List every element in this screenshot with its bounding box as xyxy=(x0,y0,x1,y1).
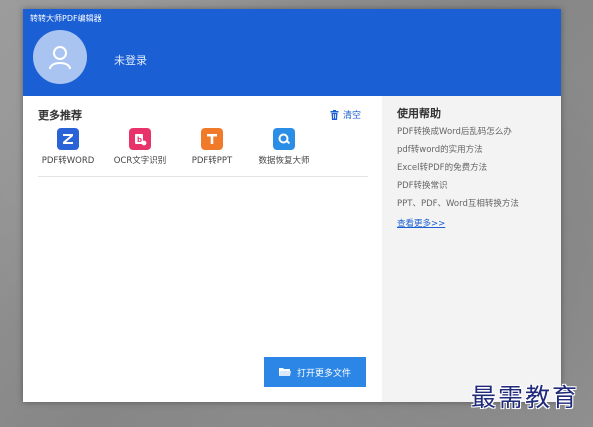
header-bar: 转转大师PDF编辑器 未登录 xyxy=(23,9,561,96)
help-link[interactable]: PPT、PDF、Word互相转换方法 xyxy=(397,198,519,216)
trash-icon xyxy=(330,109,339,120)
watermark: 最需教育 xyxy=(471,383,580,412)
help-list: PDF转换成Word后乱码怎么办 pdf转word的实用方法 Excel转PDF… xyxy=(397,126,519,216)
tool-data-recovery[interactable]: 数据恢复大师 xyxy=(249,128,319,166)
svg-text:b: b xyxy=(137,136,142,144)
user-icon xyxy=(49,46,71,70)
ocr-icon: b xyxy=(129,128,151,150)
tool-label: PDF转WORD xyxy=(41,156,95,166)
pdf-to-ppt-icon xyxy=(201,128,223,150)
folder-icon xyxy=(278,368,291,376)
login-status[interactable]: 未登录 xyxy=(114,52,147,68)
app-window: 转转大师PDF编辑器 未登录 更多推荐 清空 PDF转WORD b OCR文字识… xyxy=(23,9,561,402)
tool-pdf-to-ppt[interactable]: PDF转PPT xyxy=(177,128,247,166)
divider xyxy=(38,176,368,177)
avatar[interactable] xyxy=(33,30,87,84)
help-title: 使用帮助 xyxy=(397,107,441,120)
data-recovery-icon xyxy=(273,128,295,150)
help-panel: 使用帮助 PDF转换成Word后乱码怎么办 pdf转word的实用方法 Exce… xyxy=(382,96,561,402)
pdf-to-word-icon xyxy=(57,128,79,150)
open-more-files-label: 打开更多文件 xyxy=(296,368,351,379)
tool-label: OCR文字识别 xyxy=(113,156,167,166)
recommend-panel: 更多推荐 清空 PDF转WORD b OCR文字识别 PDF转PPT 数据恢复大… xyxy=(23,96,382,402)
tool-pdf-to-word[interactable]: PDF转WORD xyxy=(33,128,103,166)
tool-ocr[interactable]: b OCR文字识别 xyxy=(105,128,175,166)
help-link[interactable]: Excel转PDF的免费方法 xyxy=(397,162,519,180)
recommend-title: 更多推荐 xyxy=(38,109,82,122)
clear-label: 清空 xyxy=(343,111,362,121)
help-link[interactable]: pdf转word的实用方法 xyxy=(397,144,519,162)
clear-button[interactable]: 清空 xyxy=(330,108,361,121)
app-title: 转转大师PDF编辑器 xyxy=(30,14,102,23)
help-link[interactable]: PDF转换成Word后乱码怎么办 xyxy=(397,126,519,144)
view-more-link[interactable]: 查看更多>> xyxy=(397,217,445,229)
tool-label: PDF转PPT xyxy=(191,156,233,166)
tool-label: 数据恢复大师 xyxy=(258,156,310,166)
open-more-files-button[interactable]: 打开更多文件 xyxy=(264,357,366,387)
help-link[interactable]: PDF转换常识 xyxy=(397,180,519,198)
